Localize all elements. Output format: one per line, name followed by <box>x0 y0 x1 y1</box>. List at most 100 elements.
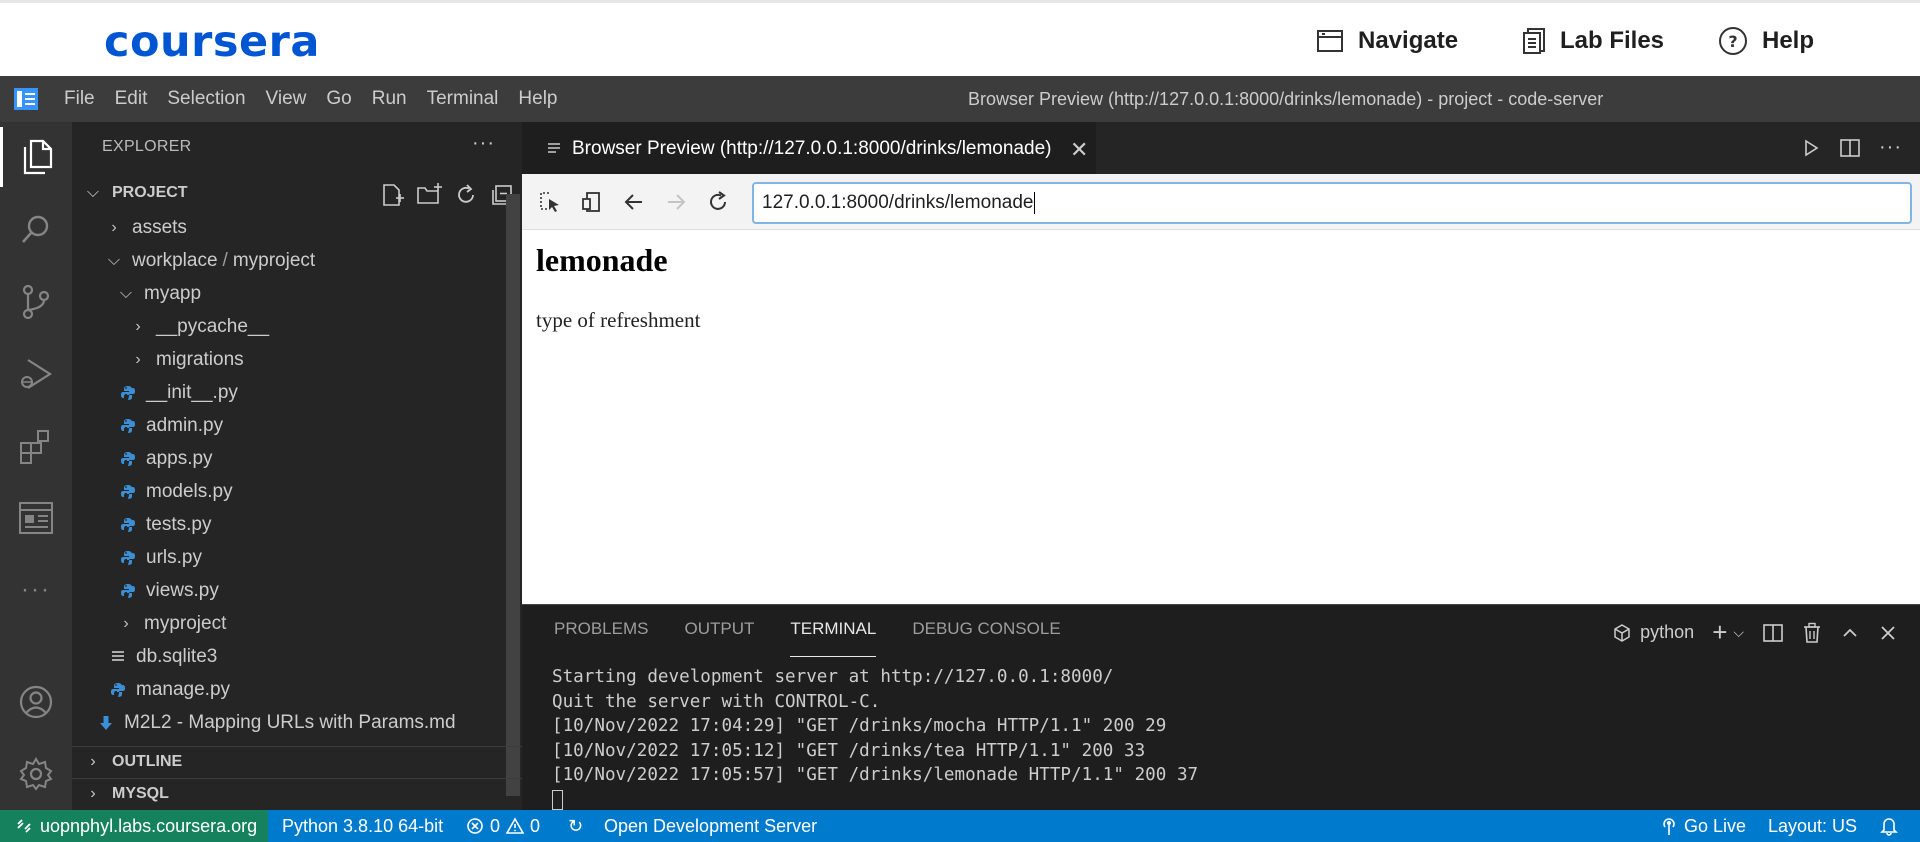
page-text: type of refreshment <box>536 308 701 332</box>
search-icon[interactable] <box>0 199 72 259</box>
remote-indicator[interactable]: uopnphyl.labs.coursera.org <box>0 810 268 842</box>
sync-indicator[interactable]: ↻ <box>568 810 583 842</box>
account-icon[interactable] <box>0 672 72 732</box>
tab-debug-console[interactable]: DEBUG CONSOLE <box>912 619 1060 657</box>
coursera-logo[interactable]: coursera <box>104 17 320 67</box>
reload-icon[interactable] <box>704 188 732 216</box>
tree-file-apps[interactable]: apps.py <box>72 442 502 475</box>
extensions-icon[interactable] <box>0 416 72 476</box>
menu-edit[interactable]: Edit <box>115 88 148 110</box>
terminal-line: [10/Nov/2022 17:05:57] "GET /drinks/lemo… <box>552 765 1199 785</box>
tab-browser-preview[interactable]: Browser Preview (http://127.0.0.1:8000/d… <box>522 122 1096 174</box>
menu-selection[interactable]: Selection <box>167 88 245 110</box>
close-panel-icon[interactable] <box>1878 623 1898 643</box>
outline-section-header[interactable]: › OUTLINE <box>72 746 522 778</box>
code-server-app-icon[interactable] <box>14 88 38 110</box>
chevron-down-icon: ⌵ <box>119 284 133 302</box>
browser-preview-icon[interactable] <box>0 488 72 548</box>
keyboard-layout[interactable]: Layout: US <box>1768 810 1857 842</box>
terminal-selector[interactable]: python <box>1612 622 1694 643</box>
maximize-panel-icon[interactable] <box>1840 623 1860 643</box>
activity-bar: ··· <box>0 122 72 810</box>
tree-folder-pycache[interactable]: › __pycache__ <box>72 310 502 343</box>
tree-folder-migrations[interactable]: › migrations <box>72 343 502 376</box>
back-arrow-icon[interactable] <box>620 188 648 216</box>
panel-actions: python + ⌵ <box>1612 617 1898 648</box>
tree-label: myapp <box>144 282 202 304</box>
run-icon[interactable] <box>1801 138 1821 158</box>
tree-file-markdown[interactable]: M2L2 - Mapping URLs with Params.md <box>72 706 502 739</box>
tab-problems[interactable]: PROBLEMS <box>554 619 648 657</box>
tree-folder-workplace[interactable]: ⌵ workplace / myproject <box>72 244 502 277</box>
tree-folder-myproject[interactable]: › myproject <box>72 607 502 640</box>
tree-file-views[interactable]: views.py <box>72 574 502 607</box>
tree-file-urls[interactable]: urls.py <box>72 541 502 574</box>
title-bar: File Edit Selection View Go Run Terminal… <box>0 76 1920 122</box>
navigate-button[interactable]: Navigate <box>1316 23 1458 59</box>
window-icon <box>1317 30 1343 52</box>
tree-file-models[interactable]: models.py <box>72 475 502 508</box>
explorer-icon[interactable] <box>0 127 72 187</box>
split-editor-icon[interactable] <box>1839 138 1861 158</box>
tree-folder-assets[interactable]: › assets <box>72 211 502 244</box>
tree-file-admin[interactable]: admin.py <box>72 409 502 442</box>
run-debug-icon[interactable] <box>0 344 72 404</box>
notifications-bell-icon[interactable] <box>1880 810 1898 842</box>
inspect-element-icon[interactable] <box>536 188 564 216</box>
tree-label: workplace <box>132 249 218 271</box>
tree-label: tests.py <box>146 513 212 535</box>
trash-icon[interactable] <box>1802 622 1822 644</box>
menu-terminal[interactable]: Terminal <box>427 88 499 110</box>
tab-terminal[interactable]: TERMINAL <box>790 619 877 657</box>
problems-indicator[interactable]: 0 0 <box>466 810 540 842</box>
menu-run[interactable]: Run <box>372 88 407 110</box>
chevron-down-icon: ⌵ <box>86 184 100 201</box>
url-input[interactable]: 127.0.0.1:8000/drinks/lemonade <box>752 182 1912 224</box>
tab-title: Browser Preview (http://127.0.0.1:8000/d… <box>572 137 1052 159</box>
split-terminal-icon[interactable] <box>1762 623 1784 643</box>
lab-files-button[interactable]: Lab Files <box>1522 23 1664 59</box>
menu-view[interactable]: View <box>266 88 307 110</box>
mysql-section-header[interactable]: › MYSQL <box>72 778 522 810</box>
tab-output[interactable]: OUTPUT <box>684 619 754 657</box>
menu-file[interactable]: File <box>64 88 95 110</box>
settings-gear-icon[interactable] <box>0 744 72 804</box>
tree-file-init[interactable]: __init__.py <box>72 376 502 409</box>
new-folder-icon[interactable] <box>416 183 442 207</box>
tree-label: models.py <box>146 480 233 502</box>
explorer-scrollbar[interactable] <box>506 194 520 796</box>
python-interpreter[interactable]: Python 3.8.10 64-bit <box>282 810 443 842</box>
warning-icon <box>506 817 525 834</box>
terminal-output[interactable]: Starting development server at http://12… <box>552 665 1198 812</box>
chevron-right-icon: › <box>123 614 129 632</box>
tree-folder-myapp[interactable]: ⌵ myapp <box>72 277 502 310</box>
device-emulation-icon[interactable] <box>578 188 606 216</box>
open-dev-server-button[interactable]: Open Development Server <box>604 810 817 842</box>
terminal-cursor <box>552 789 563 810</box>
go-live-button[interactable]: Go Live <box>1660 810 1746 842</box>
chevron-down-icon[interactable]: ⌵ <box>1733 624 1744 641</box>
python-file-icon <box>118 550 138 566</box>
tree-file-manage[interactable]: manage.py <box>72 673 502 706</box>
tree-label: manage.py <box>136 678 231 700</box>
refresh-icon[interactable] <box>454 183 478 207</box>
tree-label: assets <box>132 216 187 238</box>
terminal-line: [10/Nov/2022 17:04:29] "GET /drinks/moch… <box>552 716 1167 736</box>
menu-help[interactable]: Help <box>518 88 557 110</box>
add-terminal-icon[interactable]: + <box>1712 617 1727 648</box>
tree-file-tests[interactable]: tests.py <box>72 508 502 541</box>
forward-arrow-icon[interactable] <box>662 188 690 216</box>
new-file-icon[interactable] <box>380 183 404 207</box>
source-control-icon[interactable] <box>0 272 72 332</box>
more-icon[interactable]: ··· <box>0 560 72 620</box>
menu-go[interactable]: Go <box>326 88 351 110</box>
close-icon[interactable]: ✕ <box>1070 137 1088 163</box>
tree-file-db-sqlite3[interactable]: db.sqlite3 <box>72 640 502 673</box>
python-file-icon <box>118 484 138 500</box>
explorer-more-button[interactable]: ··· <box>472 132 495 155</box>
keyboard-layout-label: Layout: US <box>1768 815 1858 836</box>
project-section-header[interactable]: ⌵ PROJECT <box>72 178 522 208</box>
project-section-label: PROJECT <box>112 184 188 201</box>
more-actions-icon[interactable]: ··· <box>1879 136 1902 159</box>
help-button[interactable]: ? Help <box>1718 23 1814 59</box>
